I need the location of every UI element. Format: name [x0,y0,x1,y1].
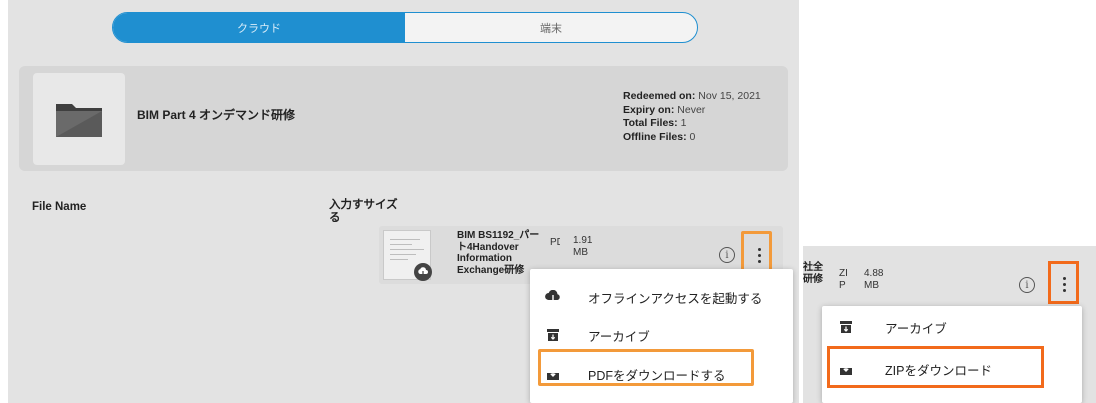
total-files-label: Total Files: [623,117,678,129]
archive-icon [836,317,856,337]
zip-size-line-1: 4.88 [864,268,884,279]
menu-item-archive[interactable]: アーカイブ [822,307,1082,347]
more-vert-icon[interactable] [749,240,769,270]
download-icon [543,364,563,384]
total-files-value: 1 [680,117,687,129]
zip-file-size: 4.88 MB [864,268,883,292]
download-icon [836,359,856,379]
redeemed-label: Redeemed on: [623,90,696,102]
redeemed-value: Nov 15, 2021 [698,90,761,102]
cloud-library-panel: クラウド 端末 BIM Part 4 オンデマンド研修 Redeemed on:… [8,0,799,403]
course-meta: Redeemed on: Nov 15, 2021 Expiry on: Nev… [623,90,761,144]
folder-icon [33,73,125,165]
menu-item-archive[interactable]: アーカイブ [530,315,793,355]
tab-cloud[interactable]: クラウド [113,13,405,42]
expiry-value: Never [677,103,706,116]
course-card[interactable]: BIM Part 4 オンデマンド研修 Redeemed on: Nov 15,… [19,66,788,171]
zip-size-line-2: MB [864,280,879,291]
zip-name-fragment: 社全 研修 [803,262,823,286]
zip-context-menu: アーカイブ ZIPをダウンロード [822,306,1082,403]
menu-label-archive: アーカイブ [588,329,650,344]
zip-name-line-1: 社全 [803,262,823,273]
menu-label-archive: アーカイブ [885,321,947,336]
zip-type-line-1: ZI [839,268,848,279]
menu-item-download-zip[interactable]: ZIPをダウンロード [822,349,1082,389]
info-icon[interactable]: i [719,247,735,263]
zip-file-type: ZI P [839,268,848,292]
zip-file-panel: 社全 研修 ZI P 4.88 MB i アーカイブ ZIPをダウンロード [803,246,1096,403]
tab-device[interactable]: 端末 [405,13,697,42]
more-vert-icon[interactable] [1054,269,1074,299]
menu-item-offline-access[interactable]: オフラインアクセスを起動する [530,277,793,317]
offline-files-value: 0 [689,130,696,143]
menu-label-download-pdf: PDFをダウンロードする [588,368,726,383]
menu-label-offline-access: オフラインアクセスを起動する [588,291,763,306]
file-thumbnail [383,230,432,281]
file-size: 1.91 MB [573,235,593,258]
source-toggle: クラウド 端末 [112,12,698,43]
offline-files-label: Offline Files: [623,130,687,143]
zip-type-line-2: P [839,280,846,291]
archive-icon [543,325,563,345]
zip-name-line-2: 研修 [803,274,823,285]
menu-label-download-zip: ZIPをダウンロード [885,363,992,378]
course-title: BIM Part 4 オンデマンド研修 [137,108,296,122]
column-header-file-name: File Name [32,201,87,213]
cloud-download-icon [414,263,432,281]
file-context-menu: オフラインアクセスを起動する アーカイブ PDFをダウンロードする [530,269,793,403]
menu-item-download-pdf[interactable]: PDFをダウンロードする [530,354,793,394]
expiry-label: Expiry on: [623,103,675,116]
column-header-input-size: 入力すサイズる [329,199,398,224]
info-icon[interactable]: i [1019,277,1035,293]
cloud-download-icon [543,287,563,307]
